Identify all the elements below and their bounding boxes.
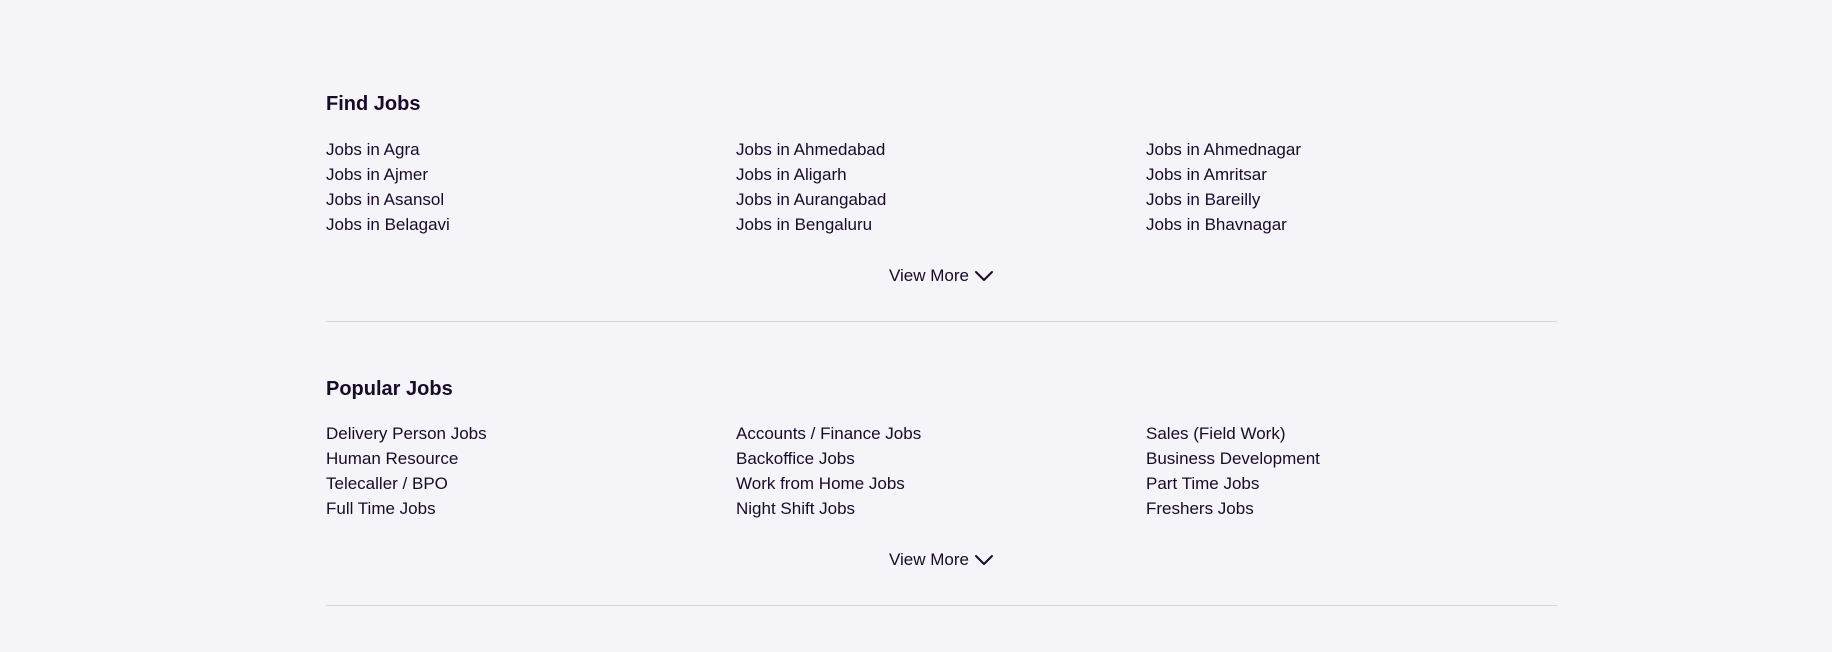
link-jobs-in-ajmer[interactable]: Jobs in Ajmer <box>326 162 736 187</box>
popular-jobs-view-more-button[interactable]: View More <box>889 548 994 572</box>
link-jobs-in-aligarh[interactable]: Jobs in Aligarh <box>736 162 1146 187</box>
link-sales-field-work[interactable]: Sales (Field Work) <box>1146 421 1557 446</box>
link-jobs-in-ahmednagar[interactable]: Jobs in Ahmednagar <box>1146 137 1557 162</box>
link-freshers-jobs[interactable]: Freshers Jobs <box>1146 496 1557 521</box>
popular-jobs-links: Delivery Person Jobs Accounts / Finance … <box>326 421 1557 521</box>
popular-jobs-title: Popular Jobs <box>326 378 453 400</box>
link-night-shift-jobs[interactable]: Night Shift Jobs <box>736 496 1146 521</box>
link-jobs-in-bareilly[interactable]: Jobs in Bareilly <box>1146 187 1557 212</box>
link-part-time-jobs[interactable]: Part Time Jobs <box>1146 471 1557 496</box>
link-jobs-in-amritsar[interactable]: Jobs in Amritsar <box>1146 162 1557 187</box>
section-divider <box>326 321 1557 322</box>
find-jobs-title: Find Jobs <box>326 93 421 115</box>
link-jobs-in-ahmedabad[interactable]: Jobs in Ahmedabad <box>736 137 1146 162</box>
link-jobs-in-bengaluru[interactable]: Jobs in Bengaluru <box>736 212 1146 237</box>
link-business-development[interactable]: Business Development <box>1146 446 1557 471</box>
link-jobs-in-aurangabad[interactable]: Jobs in Aurangabad <box>736 187 1146 212</box>
view-more-label: View More <box>889 550 969 569</box>
find-jobs-view-more-button[interactable]: View More <box>889 264 994 288</box>
link-jobs-in-belagavi[interactable]: Jobs in Belagavi <box>326 212 736 237</box>
link-delivery-person-jobs[interactable]: Delivery Person Jobs <box>326 421 736 446</box>
link-human-resource[interactable]: Human Resource <box>326 446 736 471</box>
link-telecaller-bpo[interactable]: Telecaller / BPO <box>326 471 736 496</box>
link-jobs-in-bhavnagar[interactable]: Jobs in Bhavnagar <box>1146 212 1557 237</box>
view-more-label: View More <box>889 266 969 285</box>
chevron-down-icon <box>975 555 993 565</box>
link-full-time-jobs[interactable]: Full Time Jobs <box>326 496 736 521</box>
chevron-down-icon <box>975 271 993 281</box>
section-divider <box>326 605 1557 606</box>
link-work-from-home-jobs[interactable]: Work from Home Jobs <box>736 471 1146 496</box>
link-jobs-in-agra[interactable]: Jobs in Agra <box>326 137 736 162</box>
link-jobs-in-asansol[interactable]: Jobs in Asansol <box>326 187 736 212</box>
find-jobs-links: Jobs in Agra Jobs in Ahmedabad Jobs in A… <box>326 137 1557 237</box>
link-accounts-finance-jobs[interactable]: Accounts / Finance Jobs <box>736 421 1146 446</box>
popular-jobs-view-more-row: View More <box>326 548 1557 572</box>
link-backoffice-jobs[interactable]: Backoffice Jobs <box>736 446 1146 471</box>
find-jobs-view-more-row: View More <box>326 264 1557 288</box>
